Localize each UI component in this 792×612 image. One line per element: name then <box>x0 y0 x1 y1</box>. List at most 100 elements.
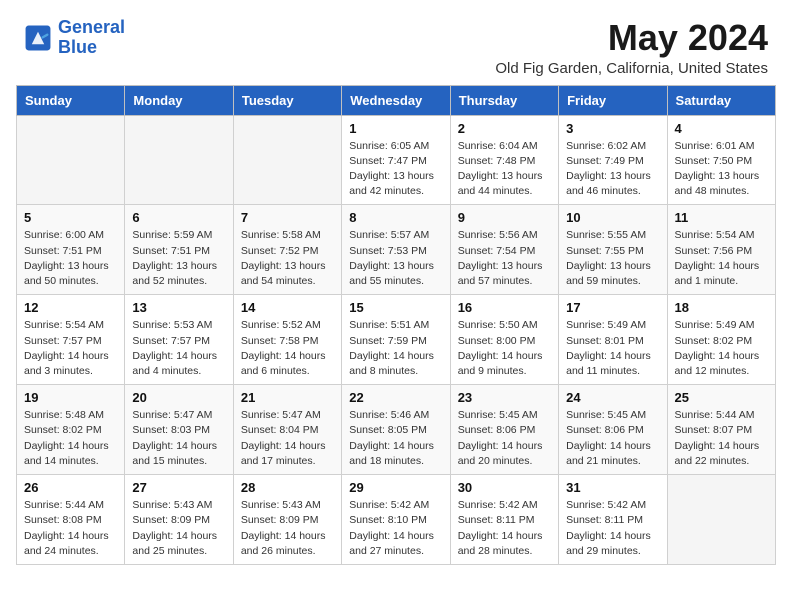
calendar-day-cell: 31 Sunrise: 5:42 AM Sunset: 8:11 PM Dayli… <box>559 475 667 565</box>
day-info: Sunrise: 5:54 AM Sunset: 7:56 PM Dayligh… <box>675 228 768 289</box>
calendar-day-cell: 10 Sunrise: 5:55 AM Sunset: 7:55 PM Dayli… <box>559 205 667 295</box>
day-info: Sunrise: 6:04 AM Sunset: 7:48 PM Dayligh… <box>458 139 551 200</box>
logo: General Blue <box>24 18 125 58</box>
day-info: Sunrise: 5:57 AM Sunset: 7:53 PM Dayligh… <box>349 228 442 289</box>
day-number: 20 <box>132 390 225 405</box>
day-number: 1 <box>349 121 442 136</box>
calendar-week-row: 19 Sunrise: 5:48 AM Sunset: 8:02 PM Dayli… <box>17 385 776 475</box>
day-info: Sunrise: 6:01 AM Sunset: 7:50 PM Dayligh… <box>675 139 768 200</box>
day-number: 22 <box>349 390 442 405</box>
day-number: 10 <box>566 210 659 225</box>
weekday-header-cell: Sunday <box>17 85 125 115</box>
day-number: 26 <box>24 480 117 495</box>
month-title: May 2024 <box>495 18 768 58</box>
day-number: 31 <box>566 480 659 495</box>
weekday-header-cell: Saturday <box>667 85 775 115</box>
weekday-header-cell: Thursday <box>450 85 558 115</box>
day-number: 9 <box>458 210 551 225</box>
day-info: Sunrise: 5:42 AM Sunset: 8:11 PM Dayligh… <box>458 498 551 559</box>
day-number: 7 <box>241 210 334 225</box>
calendar-day-cell: 11Sunrise: 5:54 AM Sunset: 7:56 PM Dayli… <box>667 205 775 295</box>
day-info: Sunrise: 5:45 AM Sunset: 8:06 PM Dayligh… <box>458 408 551 469</box>
calendar-day-cell: 27Sunrise: 5:43 AM Sunset: 8:09 PM Dayli… <box>125 475 233 565</box>
calendar-day-cell: 19 Sunrise: 5:48 AM Sunset: 8:02 PM Dayli… <box>17 385 125 475</box>
calendar-day-cell: 29Sunrise: 5:42 AM Sunset: 8:10 PM Dayli… <box>342 475 450 565</box>
day-info: Sunrise: 5:46 AM Sunset: 8:05 PM Dayligh… <box>349 408 442 469</box>
day-number: 8 <box>349 210 442 225</box>
day-info: Sunrise: 5:49 AM Sunset: 8:01 PM Dayligh… <box>566 318 659 379</box>
day-info: Sunrise: 5:42 AM Sunset: 8:11 PM Dayligh… <box>566 498 659 559</box>
day-info: Sunrise: 5:48 AM Sunset: 8:02 PM Dayligh… <box>24 408 117 469</box>
day-info: Sunrise: 5:58 AM Sunset: 7:52 PM Dayligh… <box>241 228 334 289</box>
title-block: May 2024 Old Fig Garden, California, Uni… <box>495 18 768 77</box>
calendar-day-cell: 12 Sunrise: 5:54 AM Sunset: 7:57 PM Dayli… <box>17 295 125 385</box>
day-number: 3 <box>566 121 659 136</box>
day-number: 16 <box>458 300 551 315</box>
calendar-week-row: 12 Sunrise: 5:54 AM Sunset: 7:57 PM Dayli… <box>17 295 776 385</box>
calendar-day-cell <box>233 115 341 205</box>
calendar-day-cell: 24Sunrise: 5:45 AM Sunset: 8:06 PM Dayli… <box>559 385 667 475</box>
day-number: 12 <box>24 300 117 315</box>
calendar-day-cell: 17 Sunrise: 5:49 AM Sunset: 8:01 PM Dayli… <box>559 295 667 385</box>
day-info: Sunrise: 5:43 AM Sunset: 8:09 PM Dayligh… <box>241 498 334 559</box>
day-number: 14 <box>241 300 334 315</box>
weekday-header-cell: Wednesday <box>342 85 450 115</box>
calendar-day-cell: 4Sunrise: 6:01 AM Sunset: 7:50 PM Daylig… <box>667 115 775 205</box>
calendar-table: SundayMondayTuesdayWednesdayThursdayFrid… <box>16 85 776 565</box>
day-info: Sunrise: 6:02 AM Sunset: 7:49 PM Dayligh… <box>566 139 659 200</box>
day-info: Sunrise: 5:53 AM Sunset: 7:57 PM Dayligh… <box>132 318 225 379</box>
calendar-day-cell: 28 Sunrise: 5:43 AM Sunset: 8:09 PM Dayli… <box>233 475 341 565</box>
day-info: Sunrise: 5:44 AM Sunset: 8:08 PM Dayligh… <box>24 498 117 559</box>
day-info: Sunrise: 6:00 AM Sunset: 7:51 PM Dayligh… <box>24 228 117 289</box>
calendar-week-row: 5 Sunrise: 6:00 AM Sunset: 7:51 PM Daylig… <box>17 205 776 295</box>
day-info: Sunrise: 5:47 AM Sunset: 8:03 PM Dayligh… <box>132 408 225 469</box>
calendar-day-cell: 8 Sunrise: 5:57 AM Sunset: 7:53 PM Daylig… <box>342 205 450 295</box>
calendar-day-cell: 7 Sunrise: 5:58 AM Sunset: 7:52 PM Daylig… <box>233 205 341 295</box>
day-number: 28 <box>241 480 334 495</box>
day-info: Sunrise: 5:59 AM Sunset: 7:51 PM Dayligh… <box>132 228 225 289</box>
day-number: 19 <box>24 390 117 405</box>
page-header: General Blue May 2024 Old Fig Garden, Ca… <box>0 0 792 85</box>
day-number: 27 <box>132 480 225 495</box>
day-number: 5 <box>24 210 117 225</box>
day-info: Sunrise: 5:54 AM Sunset: 7:57 PM Dayligh… <box>24 318 117 379</box>
calendar-day-cell <box>17 115 125 205</box>
logo-icon <box>24 24 52 52</box>
calendar-day-cell: 23 Sunrise: 5:45 AM Sunset: 8:06 PM Dayli… <box>450 385 558 475</box>
calendar-week-row: 26 Sunrise: 5:44 AM Sunset: 8:08 PM Dayli… <box>17 475 776 565</box>
day-number: 18 <box>675 300 768 315</box>
calendar-day-cell: 18Sunrise: 5:49 AM Sunset: 8:02 PM Dayli… <box>667 295 775 385</box>
calendar-day-cell: 30 Sunrise: 5:42 AM Sunset: 8:11 PM Dayli… <box>450 475 558 565</box>
weekday-header-cell: Tuesday <box>233 85 341 115</box>
day-number: 6 <box>132 210 225 225</box>
location-subtitle: Old Fig Garden, California, United State… <box>495 60 768 77</box>
calendar-day-cell: 3 Sunrise: 6:02 AM Sunset: 7:49 PM Daylig… <box>559 115 667 205</box>
weekday-header-cell: Friday <box>559 85 667 115</box>
calendar-week-row: 1 Sunrise: 6:05 AM Sunset: 7:47 PM Daylig… <box>17 115 776 205</box>
weekday-header-row: SundayMondayTuesdayWednesdayThursdayFrid… <box>17 85 776 115</box>
day-number: 29 <box>349 480 442 495</box>
day-number: 25 <box>675 390 768 405</box>
calendar-body: 1 Sunrise: 6:05 AM Sunset: 7:47 PM Daylig… <box>17 115 776 564</box>
calendar-day-cell: 16 Sunrise: 5:50 AM Sunset: 8:00 PM Dayli… <box>450 295 558 385</box>
calendar-day-cell: 9 Sunrise: 5:56 AM Sunset: 7:54 PM Daylig… <box>450 205 558 295</box>
day-info: Sunrise: 5:47 AM Sunset: 8:04 PM Dayligh… <box>241 408 334 469</box>
calendar-wrapper: SundayMondayTuesdayWednesdayThursdayFrid… <box>0 85 792 581</box>
day-number: 23 <box>458 390 551 405</box>
calendar-day-cell: 25Sunrise: 5:44 AM Sunset: 8:07 PM Dayli… <box>667 385 775 475</box>
day-number: 15 <box>349 300 442 315</box>
calendar-day-cell: 15Sunrise: 5:51 AM Sunset: 7:59 PM Dayli… <box>342 295 450 385</box>
logo-text: General Blue <box>58 18 125 58</box>
day-info: Sunrise: 5:45 AM Sunset: 8:06 PM Dayligh… <box>566 408 659 469</box>
day-number: 17 <box>566 300 659 315</box>
day-info: Sunrise: 5:50 AM Sunset: 8:00 PM Dayligh… <box>458 318 551 379</box>
calendar-day-cell: 1 Sunrise: 6:05 AM Sunset: 7:47 PM Daylig… <box>342 115 450 205</box>
day-number: 2 <box>458 121 551 136</box>
day-info: Sunrise: 5:55 AM Sunset: 7:55 PM Dayligh… <box>566 228 659 289</box>
calendar-day-cell <box>667 475 775 565</box>
calendar-day-cell: 2 Sunrise: 6:04 AM Sunset: 7:48 PM Daylig… <box>450 115 558 205</box>
day-info: Sunrise: 6:05 AM Sunset: 7:47 PM Dayligh… <box>349 139 442 200</box>
day-number: 13 <box>132 300 225 315</box>
day-info: Sunrise: 5:56 AM Sunset: 7:54 PM Dayligh… <box>458 228 551 289</box>
day-number: 30 <box>458 480 551 495</box>
